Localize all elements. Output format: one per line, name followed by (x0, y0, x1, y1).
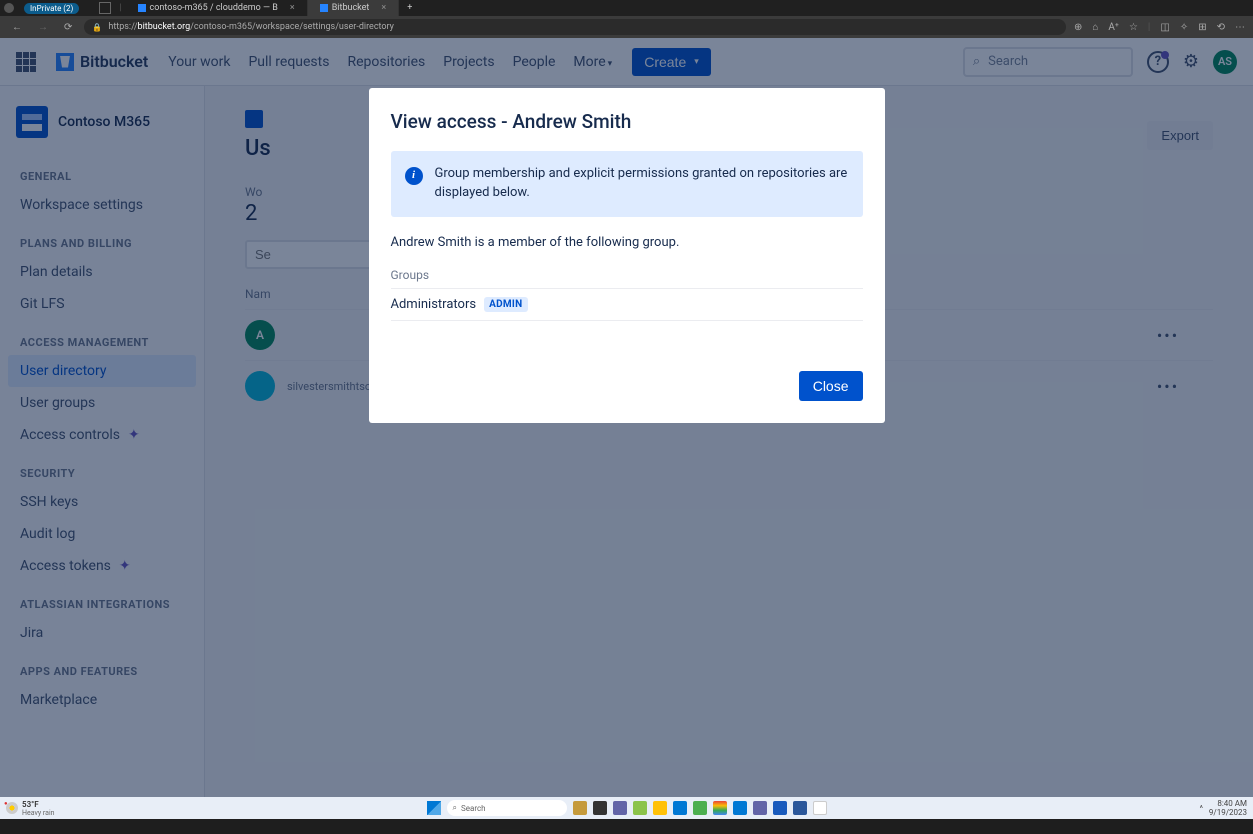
url-path: /contoso-m365/workspace/settings/user-di… (190, 22, 394, 32)
taskbar-app-icon[interactable] (593, 801, 607, 815)
taskbar-app-icon[interactable] (773, 801, 787, 815)
url-scheme: https:// (108, 22, 137, 32)
modal-title: View access - Andrew Smith (391, 110, 863, 133)
close-icon[interactable]: × (290, 3, 295, 13)
group-name: Administrators (391, 297, 477, 312)
info-panel: i Group membership and explicit permissi… (391, 151, 863, 217)
sync-icon[interactable]: ⟲ (1217, 22, 1225, 33)
admin-badge: ADMIN (484, 297, 527, 312)
inprivate-badge: InPrivate (2) (24, 3, 79, 14)
split-icon[interactable]: ◫ (1160, 22, 1169, 33)
taskbar-app-icon[interactable] (733, 801, 747, 815)
lock-icon: 🔒 (92, 23, 102, 32)
taskbar-search[interactable]: ⌕Search (447, 800, 567, 816)
search-icon: ⌕ (453, 803, 457, 813)
new-tab-button[interactable]: + (399, 3, 420, 13)
collections-icon[interactable]: ✧ (1180, 22, 1188, 33)
url-domain: bitbucket.org (138, 22, 191, 32)
browser-tab-bar: InPrivate (2) | contoso-m365 / clouddemo… (0, 0, 1253, 16)
clock-date: 9/19/2023 (1209, 808, 1247, 817)
taskbar-app-icon[interactable] (813, 801, 827, 815)
tab-favicon (138, 4, 146, 12)
taskbar-app-icon[interactable] (573, 801, 587, 815)
taskbar-app-icon[interactable] (653, 801, 667, 815)
zoom-icon[interactable]: ⊕ (1074, 22, 1082, 33)
taskbar-app-icon[interactable] (613, 801, 627, 815)
start-button[interactable] (427, 801, 441, 815)
browser-tab-2[interactable]: Bitbucket × (308, 0, 399, 16)
taskbar-app-icon[interactable] (633, 801, 647, 815)
windows-taskbar: 53°F Heavy rain ⌕Search ^ 8:40 AM 9/19/2… (0, 797, 1253, 819)
taskbar-app-icon[interactable] (673, 801, 687, 815)
group-row: Administrators ADMIN (391, 288, 863, 321)
back-button[interactable]: ← (8, 22, 26, 33)
forward-button[interactable]: → (34, 22, 52, 33)
taskbar-app-icon[interactable] (693, 801, 707, 815)
close-button[interactable]: Close (799, 371, 863, 401)
bitbucket-app: Bitbucket Your work Pull requests Reposi… (0, 38, 1253, 797)
url-input[interactable]: 🔒 https://bitbucket.org/contoso-m365/wor… (84, 19, 1066, 35)
more-icon[interactable]: ⋯ (1235, 22, 1245, 33)
close-icon[interactable]: × (381, 3, 386, 13)
taskbar-app-icon[interactable] (753, 801, 767, 815)
modal-description: Andrew Smith is a member of the followin… (391, 235, 863, 250)
favorite-icon[interactable]: ☆ (1129, 22, 1138, 33)
view-access-modal: View access - Andrew Smith i Group membe… (369, 88, 885, 423)
profile-icon (4, 3, 14, 13)
tab-overview-icon[interactable] (99, 2, 111, 14)
read-aloud-icon[interactable]: A⁺ (1108, 22, 1119, 33)
tab-title: Bitbucket (332, 3, 370, 13)
temperature: 53°F (22, 800, 55, 809)
taskbar-app-icon[interactable] (793, 801, 807, 815)
tab-title: contoso-m365 / clouddemo — B (150, 3, 278, 13)
info-text: Group membership and explicit permission… (435, 166, 848, 200)
weather-condition: Heavy rain (22, 809, 55, 817)
address-bar: ← → ⟳ 🔒 https://bitbucket.org/contoso-m3… (0, 16, 1253, 38)
taskbar-app-icon[interactable] (713, 801, 727, 815)
modal-overlay[interactable]: View access - Andrew Smith i Group membe… (0, 38, 1253, 797)
tray-chevron-icon[interactable]: ^ (1200, 804, 1203, 813)
tab-favicon (320, 4, 328, 12)
browser-tab-1[interactable]: contoso-m365 / clouddemo — B × (126, 0, 308, 16)
weather-widget[interactable]: 53°F Heavy rain (6, 800, 55, 817)
extensions-icon[interactable]: ⊞ (1198, 22, 1206, 33)
groups-column-header: Groups (391, 268, 863, 288)
info-icon: i (405, 167, 423, 185)
refresh-button[interactable]: ⟳ (60, 22, 76, 33)
shopping-icon[interactable]: ⌂ (1092, 22, 1098, 33)
weather-icon (6, 802, 18, 814)
clock-time: 8:40 AM (1209, 799, 1247, 808)
